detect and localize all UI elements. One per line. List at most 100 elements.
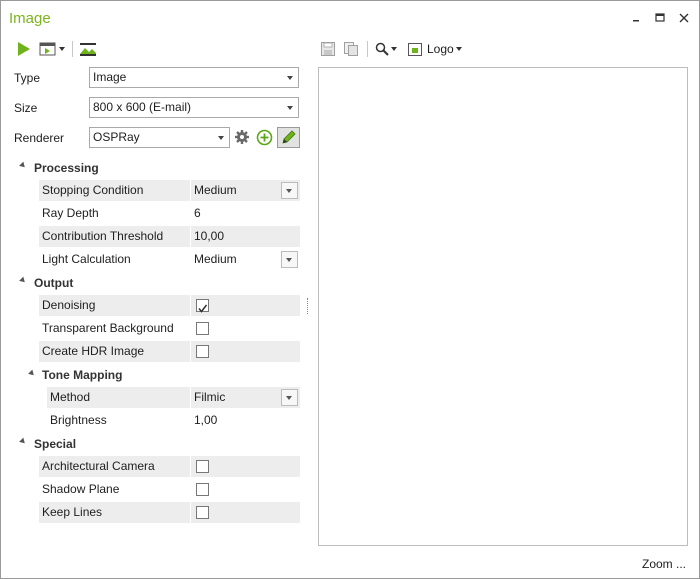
magnifier-icon <box>375 42 389 56</box>
method-value: Filmic <box>194 390 226 404</box>
stopping-condition-select[interactable]: Medium <box>191 180 300 201</box>
light-calculation-value: Medium <box>194 252 237 266</box>
transparent-background-label: Transparent Background <box>42 321 174 335</box>
method-select[interactable]: Filmic <box>191 387 300 408</box>
brightness-row[interactable]: Brightness 1,00 <box>47 410 300 431</box>
chevron-down-icon <box>287 106 293 110</box>
chevron-down-icon[interactable] <box>281 389 298 406</box>
logo-label: Logo <box>427 42 454 56</box>
expand-triangle-icon[interactable] <box>19 161 27 170</box>
renderer-label: Renderer <box>14 131 65 145</box>
method-label: Method <box>47 387 190 408</box>
save-icon <box>321 42 335 56</box>
transparent-background-row[interactable]: Transparent Background <box>39 318 300 339</box>
contribution-threshold-label: Contribution Threshold <box>39 226 190 247</box>
denoising-label: Denoising <box>39 295 190 316</box>
shadow-plane-label: Shadow Plane <box>42 482 120 496</box>
logo-icon <box>408 43 422 56</box>
chevron-down-icon[interactable] <box>281 182 298 199</box>
chevron-down-icon <box>287 76 293 80</box>
stopping-condition-value: Medium <box>194 183 237 197</box>
shadow-plane-row[interactable]: Shadow Plane <box>39 479 300 500</box>
keep-lines-label: Keep Lines <box>39 502 190 523</box>
chevron-down-icon[interactable] <box>281 251 298 268</box>
render-preview-canvas[interactable] <box>318 67 688 546</box>
add-renderer-button[interactable] <box>256 129 273 149</box>
brightness-label: Brightness <box>50 413 107 427</box>
create-hdr-image-row[interactable]: Create HDR Image <box>39 341 300 362</box>
image-settings-button[interactable] <box>79 39 97 59</box>
keep-lines-checkbox[interactable] <box>196 506 209 519</box>
denoising-checkbox[interactable] <box>196 299 209 313</box>
keep-lines-row[interactable]: Keep Lines <box>39 502 300 523</box>
light-calculation-select[interactable]: Medium <box>191 249 300 270</box>
contribution-threshold-row[interactable]: Contribution Threshold 10,00 <box>39 226 300 247</box>
copy-image-button[interactable] <box>343 39 359 59</box>
ray-depth-row[interactable]: Ray Depth 6 <box>39 203 300 224</box>
maximize-button[interactable] <box>653 11 667 25</box>
create-hdr-image-label: Create HDR Image <box>39 341 190 362</box>
size-select[interactable]: 800 x 600 (E-mail) <box>89 97 299 118</box>
landscape-image-icon <box>80 43 96 56</box>
type-label: Type <box>14 71 41 85</box>
zoom-dropdown[interactable] <box>375 39 397 59</box>
logo-dropdown[interactable]: Logo <box>407 39 462 59</box>
stopping-condition-label: Stopping Condition <box>39 180 190 201</box>
edit-renderer-button[interactable] <box>277 127 300 148</box>
architectural-camera-checkbox[interactable] <box>196 460 209 473</box>
chevron-down-icon <box>59 47 65 51</box>
brightness-input[interactable]: 1,00 <box>191 410 300 431</box>
start-render-button[interactable] <box>16 39 32 59</box>
special-header[interactable]: Special <box>34 437 76 451</box>
light-calculation-row[interactable]: Light Calculation Medium <box>39 249 300 270</box>
toolbar-separator <box>72 41 73 57</box>
architectural-camera-label: Architectural Camera <box>39 456 190 477</box>
close-button[interactable] <box>677 11 691 25</box>
maximize-icon <box>655 13 665 22</box>
processing-header[interactable]: Processing <box>34 161 99 175</box>
chevron-down-icon <box>391 47 397 51</box>
ray-depth-input[interactable]: 6 <box>191 203 300 224</box>
create-hdr-image-checkbox[interactable] <box>196 345 209 358</box>
zoom-link[interactable]: Zoom ... <box>642 557 686 571</box>
expand-triangle-icon[interactable] <box>19 276 27 285</box>
gear-icon <box>235 130 249 144</box>
ray-depth-label: Ray Depth <box>42 206 99 220</box>
chevron-down-icon <box>455 47 462 51</box>
copy-icon <box>344 42 358 56</box>
shadow-plane-checkbox[interactable] <box>196 483 209 496</box>
render-mode-dropdown[interactable] <box>39 39 65 59</box>
type-select[interactable]: Image <box>89 67 299 88</box>
toolbar-separator <box>367 41 368 57</box>
minimize-icon <box>633 20 639 22</box>
checkmark-icon <box>198 304 208 313</box>
size-value: 800 x 600 (E-mail) <box>93 100 192 114</box>
denoising-value-cell <box>191 295 300 316</box>
type-value: Image <box>93 70 127 84</box>
transparent-background-checkbox[interactable] <box>196 322 209 335</box>
output-header[interactable]: Output <box>34 276 73 290</box>
transparent-background-value-cell <box>191 318 300 339</box>
light-calculation-label: Light Calculation <box>42 252 131 266</box>
expand-triangle-icon[interactable] <box>28 369 36 378</box>
plus-circle-icon <box>256 129 273 146</box>
renderer-value: OSPRay <box>93 130 140 144</box>
contribution-threshold-input[interactable]: 10,00 <box>191 226 300 247</box>
save-image-button[interactable] <box>320 39 336 59</box>
method-row[interactable]: Method Filmic <box>47 387 300 408</box>
pencil-icon <box>282 130 296 144</box>
tone-mapping-header[interactable]: Tone Mapping <box>42 368 122 382</box>
size-label: Size <box>14 101 38 115</box>
keep-lines-value-cell <box>191 502 300 523</box>
render-window: Image Logo Type Image Size 800 x 600 (E-… <box>0 0 700 579</box>
denoising-row[interactable]: Denoising <box>39 295 300 316</box>
splitter-handle[interactable] <box>307 298 308 314</box>
renderer-select[interactable]: OSPRay <box>89 127 230 148</box>
play-icon <box>18 42 30 56</box>
expand-triangle-icon[interactable] <box>19 437 27 446</box>
stopping-condition-row[interactable]: Stopping Condition Medium <box>39 180 300 201</box>
create-hdr-image-value-cell <box>191 341 300 362</box>
minimize-button[interactable] <box>629 11 643 25</box>
renderer-settings-button[interactable] <box>234 129 250 148</box>
architectural-camera-row[interactable]: Architectural Camera <box>39 456 300 477</box>
